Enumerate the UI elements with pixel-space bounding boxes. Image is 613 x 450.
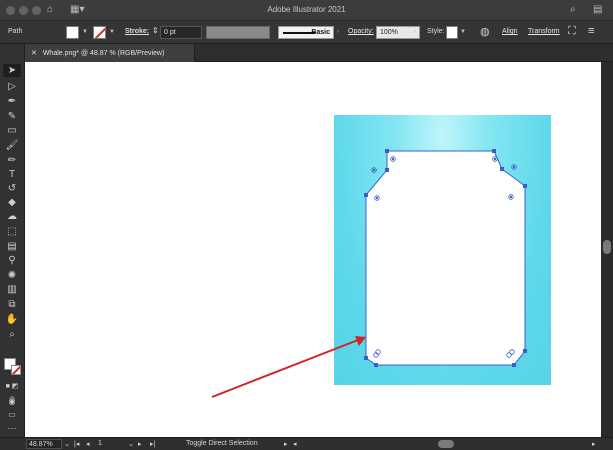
selection-tool-icon[interactable]: ➤ <box>3 64 21 77</box>
document-tab-bar: ✕ Whale.png* @ 48.87 % (RGB/Preview) <box>25 44 613 62</box>
type-tool-icon[interactable]: T <box>3 168 21 181</box>
fill-swatch[interactable] <box>66 26 79 39</box>
last-artboard-icon[interactable]: ▸| <box>150 440 155 448</box>
brush-definition[interactable]: Basic <box>278 26 334 39</box>
tab-label: Whale.png* @ 48.87 % (RGB/Preview) <box>42 50 165 57</box>
pen-tool-icon[interactable]: ✒ <box>3 95 21 108</box>
style-label: Style: <box>427 28 445 35</box>
first-artboard-icon[interactable]: |◂ <box>74 440 79 448</box>
horizontal-scroll-thumb[interactable] <box>438 440 454 448</box>
status-menu-arrow-icon[interactable]: ▸ <box>284 440 288 448</box>
stroke-weight-stepper-icon[interactable]: ⇕ <box>152 26 159 35</box>
direct-selection-tool-icon[interactable]: ▷ <box>3 80 21 93</box>
opacity-panel-link[interactable]: Opacity: <box>348 28 374 35</box>
canvas[interactable] <box>25 62 601 437</box>
fill-dropdown-chevron-icon[interactable]: ▼ <box>82 29 88 35</box>
style-dropdown-chevron-icon[interactable]: ▼ <box>460 29 466 35</box>
stroke-panel-link[interactable]: Stroke: <box>125 28 149 35</box>
opacity-dropdown-chevron-icon[interactable]: › <box>414 29 416 35</box>
stroke-dropdown-chevron-icon[interactable]: ▼ <box>109 29 115 35</box>
scroll-left-icon[interactable]: ◂ <box>293 440 297 448</box>
brush-stroke-preview <box>283 32 315 34</box>
graphic-style-swatch[interactable] <box>446 26 458 39</box>
status-bar: 48.87% ⌄ |◂ ◂ 1 ⌄ ▸ ▸| Toggle Direct Sel… <box>0 437 613 450</box>
rotate-tool-icon[interactable]: ↺ <box>3 182 21 195</box>
paintbrush-tool-icon[interactable]: 🖌 <box>3 139 21 152</box>
transform-panel-link[interactable]: Transform <box>528 28 560 35</box>
search-icon[interactable]: ⌕ <box>570 4 576 15</box>
scroll-right-icon[interactable]: ▸ <box>592 440 596 448</box>
object-type-label: Path <box>8 28 23 35</box>
panel-menu-icon[interactable]: ≡ <box>588 25 594 37</box>
pencil-tool-icon[interactable]: ✏ <box>3 154 21 167</box>
status-text: Toggle Direct Selection <box>186 440 258 447</box>
tab-document-whale[interactable]: ✕ Whale.png* @ 48.87 % (RGB/Preview) <box>25 44 195 62</box>
artboard-tool-icon[interactable]: ⧉ <box>3 298 21 311</box>
warp-tool-icon[interactable]: ☁ <box>3 210 21 223</box>
free-transform-tool-icon[interactable]: ⬚ <box>3 225 21 238</box>
vertical-scroll-thumb[interactable] <box>603 240 611 254</box>
zoom-dropdown-chevron-icon[interactable]: ⌄ <box>64 440 70 448</box>
screen-mode-icon[interactable]: ▭ <box>3 408 21 421</box>
artboard-number[interactable]: 1 <box>98 440 102 447</box>
annotation-arrow <box>211 336 366 398</box>
rectangle-tool-icon[interactable]: ▭ <box>3 124 21 137</box>
drawing-mode-icon[interactable]: ◉ <box>3 395 21 408</box>
color-mode-icon[interactable]: ■ ◩ ⊘ <box>3 380 21 403</box>
zoom-level-field[interactable]: 48.87% <box>26 439 62 449</box>
isolate-selected-object-icon[interactable]: ⛶ <box>568 25 576 38</box>
close-tab-icon[interactable]: ✕ <box>31 50 37 57</box>
stroke-swatch[interactable] <box>93 26 106 39</box>
previous-artboard-icon[interactable]: ◂ <box>86 440 90 448</box>
edit-toolbar-icon[interactable]: ··· <box>3 422 21 435</box>
artboard-dropdown-chevron-icon[interactable]: ⌄ <box>128 440 134 448</box>
variable-width-profile[interactable] <box>206 26 270 39</box>
stroke-color-swatch[interactable] <box>11 365 21 375</box>
symbol-sprayer-tool-icon[interactable]: ✺ <box>3 269 21 282</box>
eyedropper-tool-icon[interactable]: ⚲ <box>3 254 21 267</box>
stroke-weight-field[interactable]: 0 pt <box>160 26 202 39</box>
window-title: Adobe Illustrator 2021 <box>267 5 346 14</box>
curvature-tool-icon[interactable]: ✎ <box>3 110 21 123</box>
gradient-tool-icon[interactable]: ▤ <box>3 240 21 253</box>
column-graph-tool-icon[interactable]: ▥ <box>3 283 21 296</box>
zoom-level-value: 48.87% <box>29 441 53 448</box>
share-icon[interactable]: ▤ <box>593 4 602 15</box>
recolor-artwork-icon[interactable]: ◍ <box>480 25 490 38</box>
zoom-tool-icon[interactable]: ⌕ <box>3 328 21 341</box>
selection-overlay <box>211 149 527 398</box>
none-slash-icon <box>12 366 20 374</box>
next-artboard-icon[interactable]: ▸ <box>138 440 142 448</box>
hand-tool-icon[interactable]: ✋ <box>3 313 21 326</box>
brush-dropdown-chevron-icon[interactable]: › <box>337 29 339 35</box>
vertical-scrollbar[interactable] <box>601 62 613 437</box>
tools-panel: ➤ ▷ ✒ ✎ ▭ 🖌 ✏ T ↺ ◆ ☁ ⬚ ▤ ⚲ ✺ ▥ ⧉ ✋ ⌕ ■ … <box>0 44 25 437</box>
title-bar: ⌂ ▦▾ Adobe Illustrator 2021 ⌕ ▤ <box>0 0 613 21</box>
align-panel-link[interactable]: Align <box>502 28 518 35</box>
eraser-tool-icon[interactable]: ◆ <box>3 196 21 209</box>
selected-path[interactable] <box>365 150 526 366</box>
control-bar: Path ▼ ▼ Stroke: ⇕ 0 pt Basic › Opacity:… <box>0 21 613 44</box>
brush-name: Basic <box>311 29 330 36</box>
